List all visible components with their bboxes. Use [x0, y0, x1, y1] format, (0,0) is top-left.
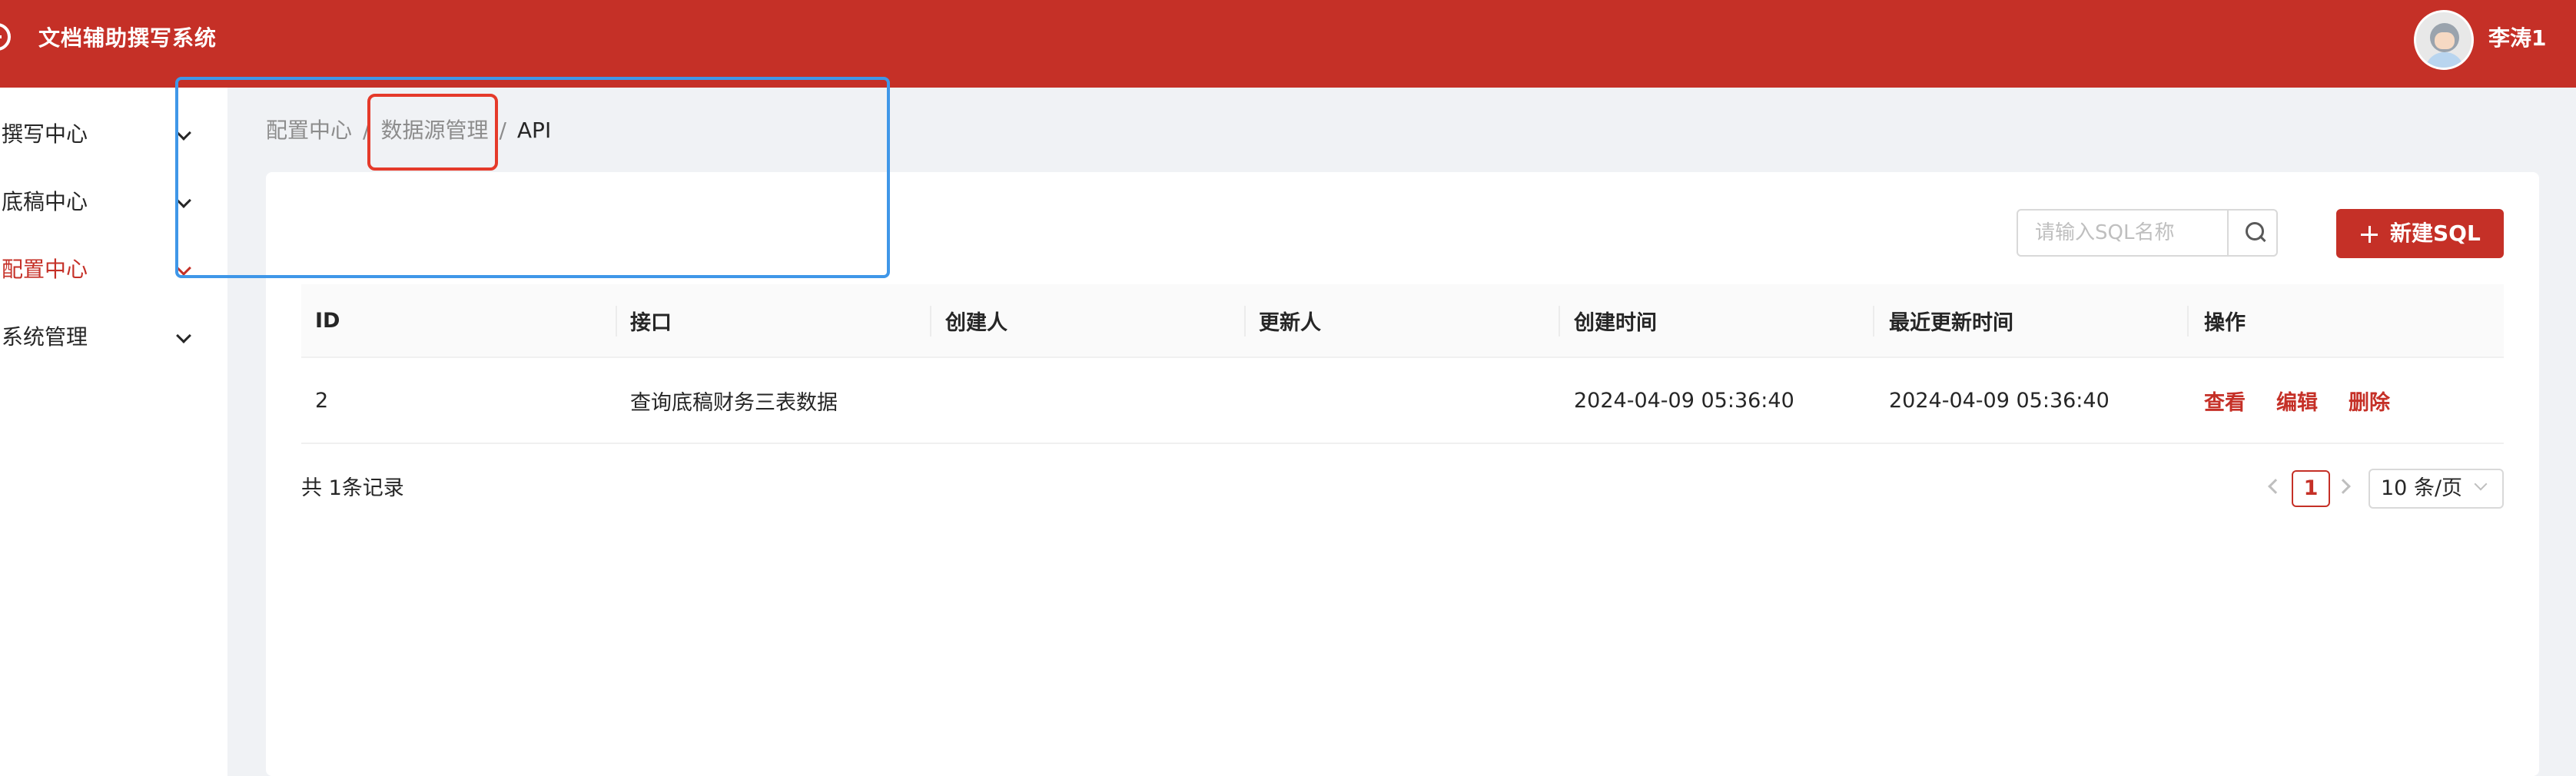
- search-icon: [2246, 222, 2266, 242]
- search-button[interactable]: [2227, 211, 2278, 255]
- app-title: 文档辅助撰写系统: [38, 25, 217, 51]
- chevron-down-icon: [176, 328, 191, 343]
- sidebar-item-system-management[interactable]: 系统管理: [0, 310, 227, 364]
- column-header-created-at: 创建时间: [1574, 310, 1657, 335]
- table-row: 2 查询底稿财务三表数据 2024-04-09 05:36:40 2024-04…: [301, 358, 2504, 444]
- column-header-creator: 创建人: [945, 310, 1007, 335]
- search-box: [2017, 209, 2278, 257]
- sidebar-item-label: 系统管理: [2, 324, 88, 350]
- column-header-updater: 更新人: [1259, 310, 1321, 335]
- view-link[interactable]: 查看: [2204, 386, 2246, 416]
- column-header-api: 接口: [630, 310, 672, 335]
- cell-created-at: 2024-04-09 05:36:40: [1574, 388, 1794, 413]
- sidebar-item-label: 配置中心: [2, 257, 88, 282]
- page-size-select[interactable]: 10 条/页: [2369, 469, 2504, 509]
- column-header-updated-at: 最近更新时间: [1889, 310, 2013, 335]
- column-header-id: ID: [315, 308, 340, 333]
- new-sql-button-label: 新建SQL: [2390, 221, 2481, 246]
- search-input[interactable]: [2018, 211, 2227, 255]
- column-header-actions: 操作: [2204, 310, 2246, 335]
- sidebar-item-label: 底稿中心: [2, 189, 88, 214]
- avatar[interactable]: [2414, 10, 2474, 70]
- cell-creator: [931, 358, 1245, 443]
- table-header: ID 接口 创建人 更新人 创建时间 最近更新时间 操作: [301, 284, 2504, 358]
- cell-actions: 查看 编辑 删除: [2190, 358, 2504, 443]
- page-number[interactable]: 1: [2292, 470, 2330, 507]
- new-sql-button[interactable]: 新建SQL: [2336, 209, 2504, 258]
- annotation-blue-box: [175, 77, 890, 278]
- cell-updated-at: 2024-04-09 05:36:40: [1889, 388, 2110, 413]
- annotation-red-box: [367, 94, 498, 171]
- plus-icon: [2361, 226, 2378, 243]
- logo-icon: [0, 23, 11, 51]
- delete-link[interactable]: 删除: [2349, 386, 2390, 416]
- edit-link[interactable]: 编辑: [2276, 386, 2318, 416]
- total-count: 共 1条记录: [301, 476, 404, 500]
- cell-updater: [1245, 358, 1560, 443]
- cell-id: 2: [315, 388, 329, 413]
- cell-api: 查询底稿财务三表数据: [630, 390, 838, 415]
- chevron-down-icon: [2474, 477, 2488, 491]
- user-name[interactable]: 李涛1: [2488, 23, 2546, 54]
- sidebar-item-label: 撰写中心: [2, 121, 88, 147]
- top-header: 文档辅助撰写系统 李涛1: [0, 0, 2576, 88]
- page-size-label: 10 条/页: [2381, 476, 2463, 500]
- sql-table: ID 接口 创建人 更新人 创建时间 最近更新时间 操作 2 查询底稿财务三表数…: [301, 284, 2504, 444]
